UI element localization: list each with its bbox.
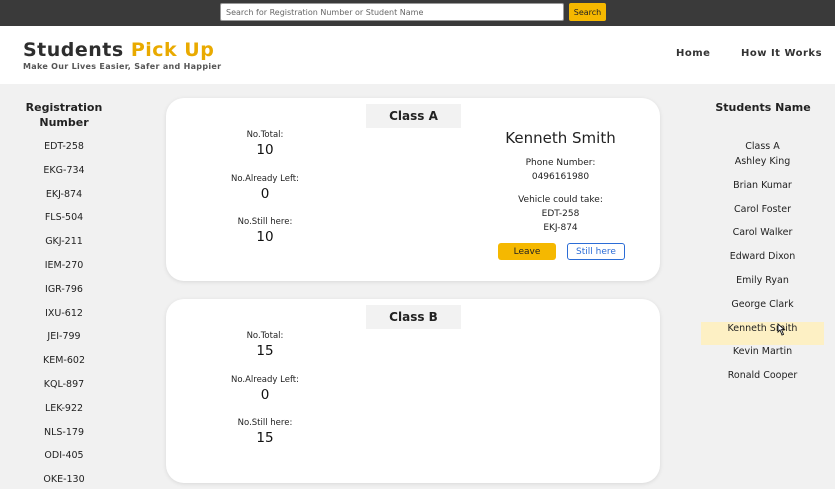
vehicle-label: Vehicle could take:: [518, 195, 603, 205]
class-b-total-label: No.Total:: [246, 331, 284, 341]
student-item[interactable]: Carol Walker: [701, 226, 824, 250]
brand-title-part2: Pick Up: [130, 39, 215, 61]
student-item[interactable]: George Clark: [701, 298, 824, 322]
registration-item[interactable]: EDT-258: [14, 140, 114, 164]
class-a-total-label: No.Total:: [246, 130, 284, 140]
mouse-pointer-icon: [777, 323, 786, 336]
class-a-total-value: 10: [256, 142, 274, 158]
student-class-label: Class A: [745, 141, 780, 152]
registration-item[interactable]: IXU-612: [14, 307, 114, 331]
class-b-title: Class B: [366, 305, 461, 329]
class-b-left-label: No.Already Left:: [230, 375, 300, 385]
vehicle-item: EKJ-874: [543, 223, 578, 233]
student-item[interactable]: Ronald Cooper: [701, 369, 824, 393]
search-input[interactable]: [220, 3, 564, 21]
search-button[interactable]: Search: [569, 3, 606, 21]
student-item[interactable]: Ashley King: [701, 155, 824, 179]
still-here-button[interactable]: Still here: [567, 243, 625, 260]
brand-title-part1: Students: [23, 39, 124, 61]
registration-heading: Registration Number: [25, 101, 103, 129]
class-a-left-label: No.Already Left:: [230, 174, 300, 184]
class-b-total: No.Total: 15: [215, 330, 315, 360]
registration-item[interactable]: GKJ-211: [14, 235, 114, 259]
registration-item[interactable]: EKJ-874: [14, 188, 114, 212]
class-b-left: No.Already Left: 0: [215, 374, 315, 404]
registration-item[interactable]: KQL-897: [14, 378, 114, 402]
class-a-total: No.Total: 10: [215, 129, 315, 159]
registration-item[interactable]: EKG-734: [14, 164, 114, 188]
class-a-still-label: No.Still here:: [237, 217, 293, 227]
student-detail: Kenneth Smith Phone Number: 0496161980 V…: [488, 128, 633, 235]
class-a-card: Class A No.Total: 10 No.Already Left: 0 …: [166, 98, 660, 281]
class-b-total-value: 15: [256, 343, 274, 359]
registration-item[interactable]: IGR-796: [14, 283, 114, 307]
vehicle-item: EDT-258: [541, 209, 580, 219]
class-b-left-value: 0: [260, 387, 270, 403]
class-b-still-value: 15: [256, 430, 274, 446]
student-item[interactable]: Brian Kumar: [701, 179, 824, 203]
student-item-selected[interactable]: Kenneth Smith: [701, 321, 824, 346]
phone-number: 0496161980: [531, 172, 590, 182]
class-a-still: No.Still here: 10: [215, 216, 315, 246]
registration-item[interactable]: ODI-405: [14, 449, 114, 473]
brand-tagline: Make Our Lives Easier, Safer and Happier: [23, 62, 222, 71]
top-bar: Search: [0, 0, 835, 26]
registration-item[interactable]: OKE-130: [14, 473, 114, 489]
registration-item[interactable]: LEK-922: [14, 402, 114, 426]
students-list: Class A Ashley King Brian Kumar Carol Fo…: [701, 140, 824, 393]
student-item[interactable]: Emily Ryan: [701, 274, 824, 298]
class-a-title: Class A: [366, 104, 461, 128]
class-b-still-label: No.Still here:: [237, 418, 293, 428]
phone-label: Phone Number:: [525, 158, 596, 168]
registration-item[interactable]: JEI-799: [14, 330, 114, 354]
registration-item[interactable]: FLS-504: [14, 211, 114, 235]
student-item[interactable]: Carol Foster: [701, 203, 824, 227]
registration-item[interactable]: NLS-179: [14, 426, 114, 450]
student-detail-name: Kenneth Smith: [505, 129, 616, 147]
class-b-still: No.Still here: 15: [215, 417, 315, 447]
students-heading: Students Name: [715, 101, 811, 114]
class-a-still-value: 10: [256, 229, 274, 245]
registration-item[interactable]: IEM-270: [14, 259, 114, 283]
registration-list: EDT-258 EKG-734 EKJ-874 FLS-504 GKJ-211 …: [14, 140, 114, 489]
nav-how-it-works-link[interactable]: How It Works: [741, 48, 822, 59]
brand-title[interactable]: Students Pick Up: [23, 39, 214, 61]
class-a-left: No.Already Left: 0: [215, 173, 315, 203]
nav-home-link[interactable]: Home: [676, 48, 710, 59]
class-b-card: Class B No.Total: 15 No.Already Left: 0 …: [166, 299, 660, 483]
class-a-left-value: 0: [260, 186, 270, 202]
student-item[interactable]: Kevin Martin: [701, 345, 824, 369]
student-item[interactable]: Edward Dixon: [701, 250, 824, 274]
registration-item[interactable]: KEM-602: [14, 354, 114, 378]
leave-button[interactable]: Leave: [498, 243, 556, 260]
